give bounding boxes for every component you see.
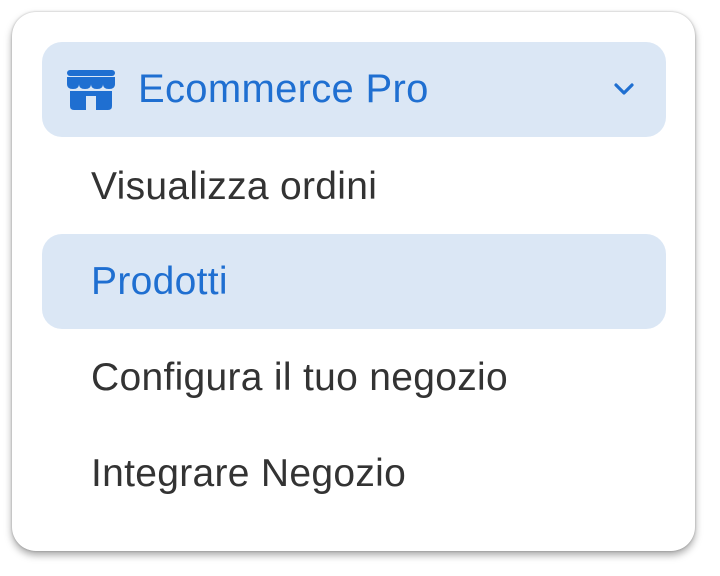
- menu-item-label: Prodotti: [91, 260, 228, 303]
- menu-header-ecommerce-pro[interactable]: Ecommerce Pro: [42, 42, 666, 137]
- menu-item-label: Integrare Negozio: [91, 452, 407, 495]
- menu-item-integrare-negozio[interactable]: Integrare Negozio: [42, 426, 666, 521]
- menu-header-label: Ecommerce Pro: [138, 67, 429, 111]
- menu-item-label: Configura il tuo negozio: [91, 356, 508, 399]
- menu-item-visualizza-ordini[interactable]: Visualizza ordini: [42, 139, 666, 234]
- menu-item-label: Visualizza ordini: [91, 165, 378, 208]
- menu-item-prodotti[interactable]: Prodotti: [42, 234, 666, 329]
- dropdown-menu: Ecommerce Pro Visualizza ordini Prodotti…: [12, 12, 695, 551]
- store-icon: [66, 70, 116, 110]
- menu-item-configura-negozio[interactable]: Configura il tuo negozio: [42, 330, 666, 425]
- chevron-down-icon[interactable]: [612, 79, 636, 99]
